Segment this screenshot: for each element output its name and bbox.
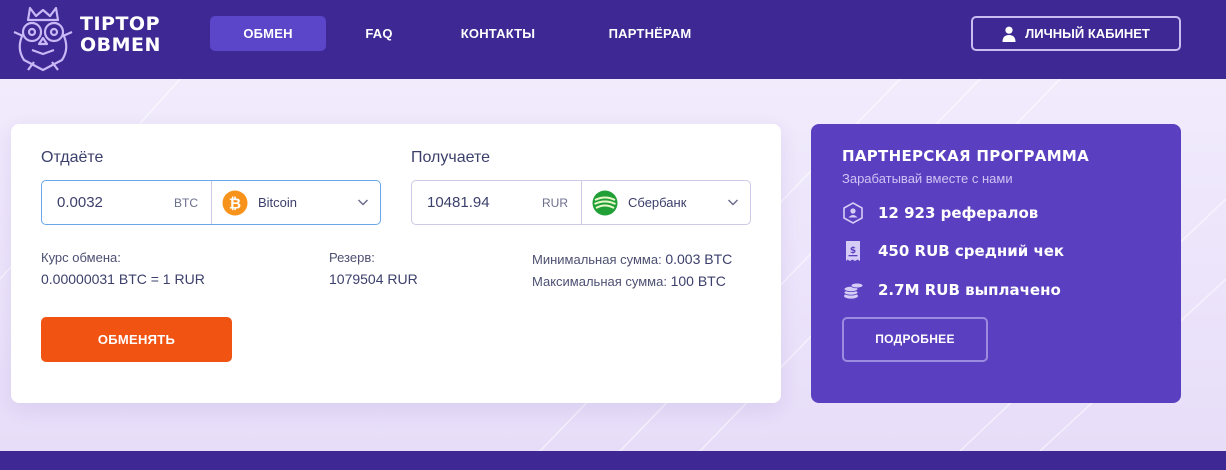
partner-subtitle: Зарабатывай вместе с нами — [842, 171, 1013, 186]
nav-faq[interactable]: FAQ — [344, 16, 414, 51]
min-amount: Минимальная сумма: 0.003 BTC — [532, 251, 733, 267]
personal-account-button[interactable]: ЛИЧНЫЙ КАБИНЕТ — [971, 16, 1181, 51]
nav-partners[interactable]: ПАРТНЁРАМ — [598, 16, 702, 51]
nav-exchange[interactable]: ОБМЕН — [210, 16, 326, 51]
exchange-card: Отдаёте Получаете BTC ₿ Bitcoin RUR — [11, 124, 781, 403]
chevron-down-icon — [727, 199, 739, 206]
more-details-button[interactable]: ПОДРОБНЕЕ — [842, 317, 988, 362]
reserve-label: Резерв: — [329, 250, 375, 265]
get-currency-select[interactable]: Сбербанк — [582, 181, 750, 224]
reserve-value: 1079504 RUR — [329, 271, 418, 287]
give-amount-wrap: BTC — [42, 181, 212, 224]
header: TIPTOP OBMEN ОБМЕН FAQ КОНТАКТЫ ПАРТНЁРА… — [0, 0, 1226, 79]
get-amount-wrap: RUR — [412, 181, 582, 224]
rate-label: Курс обмена: — [41, 250, 121, 265]
chevron-down-icon — [357, 199, 369, 206]
stat-paid-out: 2.7M RUB выплачено — [842, 277, 1061, 303]
give-group: BTC ₿ Bitcoin — [41, 180, 381, 225]
give-currency-select[interactable]: ₿ Bitcoin — [212, 181, 380, 224]
footer-strip — [0, 451, 1226, 470]
get-currency-name: Сбербанк — [628, 195, 687, 210]
partner-title: ПАРТНЕРСКАЯ ПРОГРАММА — [842, 147, 1090, 165]
stat-average-check: $ 450 RUB средний чек — [842, 238, 1064, 264]
give-currency-name: Bitcoin — [258, 195, 298, 210]
exchange-button[interactable]: ОБМЕНЯТЬ — [41, 317, 232, 362]
referral-icon — [843, 202, 863, 224]
get-group: RUR Сбербанк — [411, 180, 751, 225]
give-label: Отдаёте — [41, 149, 104, 166]
rate-value: 0.00000031 BTC = 1 RUR — [41, 271, 205, 287]
stat-referrals: 12 923 рефералов — [842, 200, 1038, 226]
owl-logo-icon — [13, 6, 73, 72]
give-amount-input[interactable] — [57, 181, 167, 224]
max-amount: Максимальная сумма: 100 BTC — [532, 273, 726, 289]
user-icon — [1002, 26, 1016, 42]
bitcoin-icon: ₿ — [222, 190, 248, 215]
nav-contacts[interactable]: КОНТАКТЫ — [448, 16, 548, 51]
svg-text:₿: ₿ — [229, 194, 241, 212]
sberbank-icon — [592, 190, 618, 215]
get-unit: RUR — [542, 196, 568, 210]
partner-card: ПАРТНЕРСКАЯ ПРОГРАММА Зарабатывай вместе… — [811, 124, 1181, 403]
logo[interactable]: TIPTOP OBMEN — [10, 2, 170, 74]
coins-icon — [843, 282, 864, 299]
give-unit: BTC — [174, 196, 198, 210]
get-label: Получаете — [411, 149, 491, 166]
logo-text: TIPTOP OBMEN — [80, 13, 161, 56]
receipt-icon: $ — [846, 241, 860, 261]
personal-account-label: ЛИЧНЫЙ КАБИНЕТ — [1025, 26, 1150, 41]
svg-text:$: $ — [850, 246, 856, 256]
get-amount-input[interactable] — [427, 181, 537, 224]
